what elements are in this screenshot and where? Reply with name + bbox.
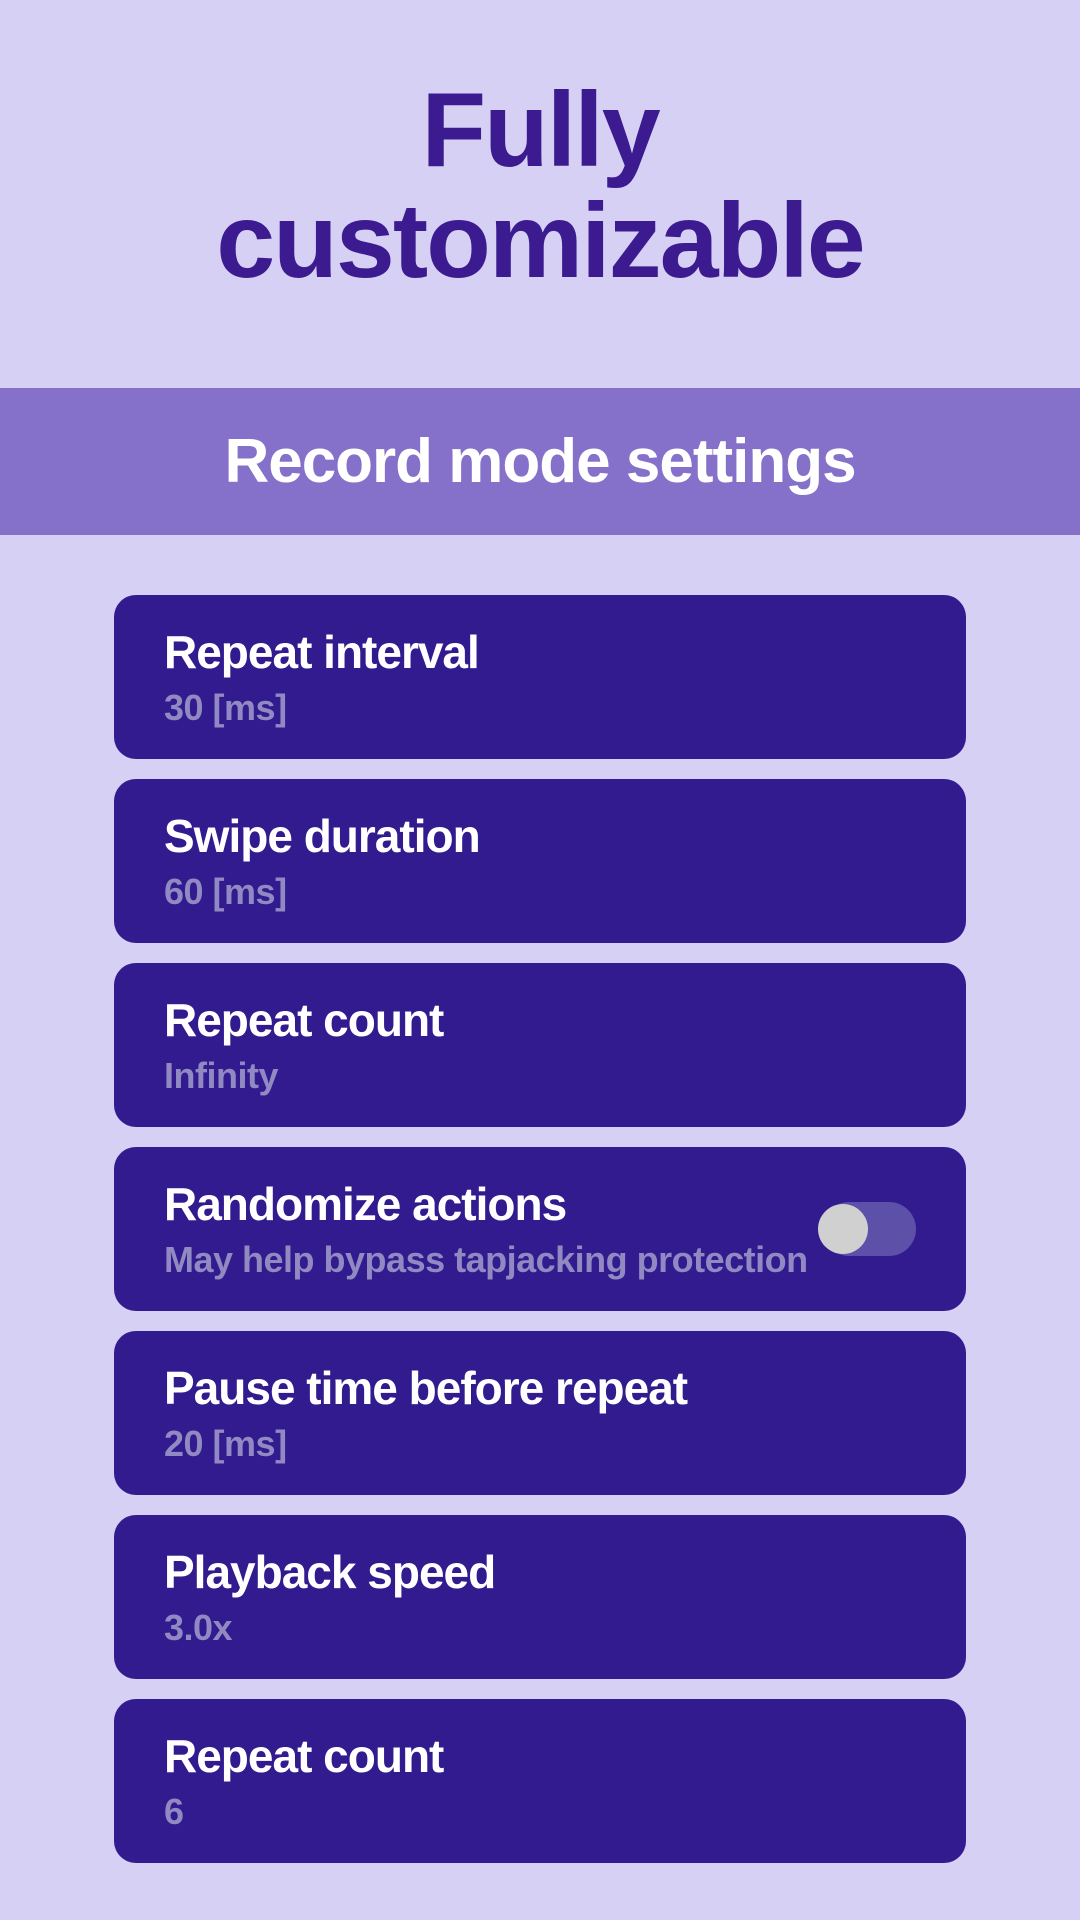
- page-title-line1: Fully: [40, 75, 1040, 186]
- setting-value: 30 [ms]: [164, 687, 479, 729]
- setting-title: Repeat interval: [164, 625, 479, 679]
- setting-text: Repeat count 6: [164, 1729, 443, 1833]
- setting-text: Pause time before repeat 20 [ms]: [164, 1361, 687, 1465]
- setting-title: Randomize actions: [164, 1177, 808, 1231]
- setting-text: Repeat interval 30 [ms]: [164, 625, 479, 729]
- setting-text: Swipe duration 60 [ms]: [164, 809, 480, 913]
- setting-title: Pause time before repeat: [164, 1361, 687, 1415]
- toggle-knob-icon: [818, 1204, 868, 1254]
- setting-value: 20 [ms]: [164, 1423, 687, 1465]
- section-header-text: Record mode settings: [224, 427, 855, 496]
- page-title: Fully customizable: [0, 0, 1080, 388]
- page-title-line2: customizable: [40, 186, 1040, 297]
- setting-pause-time[interactable]: Pause time before repeat 20 [ms]: [114, 1331, 966, 1495]
- randomize-toggle[interactable]: [822, 1202, 916, 1256]
- setting-text: Repeat count Infinity: [164, 993, 443, 1097]
- setting-value: May help bypass tapjacking protection: [164, 1239, 808, 1281]
- setting-text: Randomize actions May help bypass tapjac…: [164, 1177, 808, 1281]
- setting-value: 6: [164, 1791, 443, 1833]
- settings-list: Repeat interval 30 [ms] Swipe duration 6…: [0, 535, 1080, 1903]
- section-header: Record mode settings: [0, 388, 1080, 535]
- setting-value: 3.0x: [164, 1607, 495, 1649]
- setting-title: Repeat count: [164, 1729, 443, 1783]
- setting-repeat-count-6[interactable]: Repeat count 6: [114, 1699, 966, 1863]
- setting-swipe-duration[interactable]: Swipe duration 60 [ms]: [114, 779, 966, 943]
- setting-title: Playback speed: [164, 1545, 495, 1599]
- setting-value: 60 [ms]: [164, 871, 480, 913]
- setting-repeat-count-infinity[interactable]: Repeat count Infinity: [114, 963, 966, 1127]
- setting-value: Infinity: [164, 1055, 443, 1097]
- setting-randomize-actions[interactable]: Randomize actions May help bypass tapjac…: [114, 1147, 966, 1311]
- setting-playback-speed[interactable]: Playback speed 3.0x: [114, 1515, 966, 1679]
- setting-text: Playback speed 3.0x: [164, 1545, 495, 1649]
- setting-title: Swipe duration: [164, 809, 480, 863]
- setting-title: Repeat count: [164, 993, 443, 1047]
- setting-repeat-interval[interactable]: Repeat interval 30 [ms]: [114, 595, 966, 759]
